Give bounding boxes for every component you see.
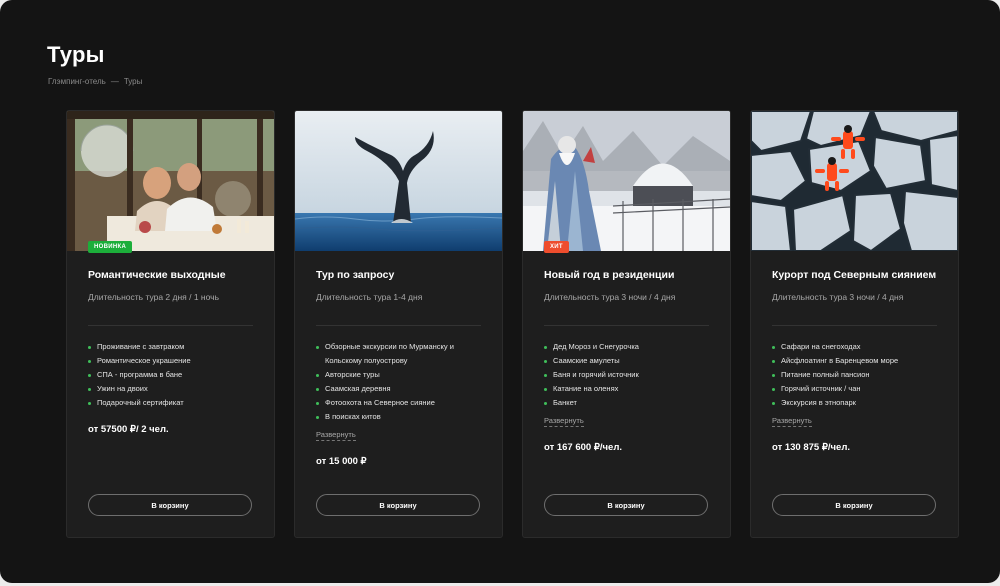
feature-item: Банкет [544, 396, 709, 410]
tour-card-body: Курорт под Северным сиянием Длительность… [772, 268, 937, 453]
feature-item: Обзорные экскурсии по Мурманску и Кольск… [316, 340, 481, 368]
tour-duration: Длительность тура 2 дня / 1 ночь [88, 292, 220, 302]
hit-badge: Хит [544, 241, 569, 253]
tour-card-body: Тур по запросу Длительность тура 1-4 дня… [316, 268, 481, 467]
feature-item: Айсфлоатинг в Баренцевом море [772, 354, 937, 368]
tour-image-new-year-residence[interactable] [523, 111, 730, 251]
tour-card-romantic: Новинка Романтические выходные Длительно… [66, 110, 275, 538]
new-year-residence-photo [523, 111, 730, 251]
add-to-cart-button[interactable]: В корзину [544, 494, 708, 516]
divider [316, 325, 481, 326]
breadcrumb-separator: — [110, 77, 119, 86]
feature-item: Катание на оленях [544, 382, 709, 396]
expand-link[interactable]: Развернуть [544, 416, 584, 427]
tour-cards: Новинка Романтические выходные Длительно… [66, 110, 959, 538]
tour-name: Романтические выходные [88, 269, 226, 281]
tour-price: от 167 600 ₽/чел. [544, 442, 622, 453]
breadcrumb-current: Туры [123, 77, 143, 86]
feature-item: Проживание с завтраком [88, 340, 253, 354]
feature-item: Саамская деревня [316, 382, 481, 396]
romantic-dinner-photo [67, 111, 274, 251]
expand-link[interactable]: Развернуть [316, 430, 356, 441]
tour-price: от 130 875 ₽/чел. [772, 442, 850, 453]
tour-card-northern-lights: Курорт под Северным сиянием Длительность… [750, 110, 959, 538]
divider [772, 325, 937, 326]
tour-name: Тур по запросу [316, 269, 395, 281]
breadcrumb: Глэмпинг-отель — Туры [48, 77, 142, 86]
tour-duration: Длительность тура 3 ночи / 4 дня [544, 292, 676, 302]
feature-item: СПА - программа в бане [88, 368, 253, 382]
feature-item: Экскурсия в этнопарк [772, 396, 937, 410]
page-title: Туры [47, 42, 105, 67]
feature-item: Баня и горячий источник [544, 368, 709, 382]
feature-item: Питание полный пансион [772, 368, 937, 382]
tour-features-list: Обзорные экскурсии по Мурманску и Кольск… [316, 340, 481, 424]
page-frame: Туры Глэмпинг-отель — Туры НОВИНКА Роман… [0, 0, 1000, 583]
feature-item: Сафари на снегоходах [772, 340, 937, 354]
tour-features-list: Проживание с завтраком Романтическое укр… [88, 340, 253, 410]
tour-name: Курорт под Северным сиянием [772, 269, 937, 281]
feature-item: Горячий источник / чан [772, 382, 937, 396]
expand-link[interactable]: Развернуть [772, 416, 812, 427]
tour-price: от 15 000 ₽ [316, 456, 367, 467]
tour-features-list: Сафари на снегоходах Айсфлоатинг в Барен… [772, 340, 937, 410]
tour-card-body: Романтические выходные Длительность тура… [88, 268, 253, 435]
tour-features-list: Дед Мороз и Снегурочка Саамские амулеты … [544, 340, 709, 410]
tour-card-on-request: Тур по запросу Длительность тура 1-4 дня… [294, 110, 503, 538]
feature-item: Подарочный сертификат [88, 396, 253, 410]
tour-name: Новый год в резиденции [544, 269, 675, 281]
divider [544, 325, 709, 326]
feature-item: Романтическое украшение [88, 354, 253, 368]
feature-item: Ужин на двоих [88, 382, 253, 396]
divider [88, 325, 253, 326]
feature-item: В поисках китов [316, 410, 481, 424]
tour-duration: Длительность тура 1-4 дня [316, 292, 423, 302]
tour-card-body: Новый год в резиденции Длительность тура… [544, 268, 709, 453]
feature-item: Авторские туры [316, 368, 481, 382]
tour-image-ice-floating[interactable] [751, 111, 958, 251]
tour-image-romantic-dinner[interactable] [67, 111, 274, 251]
tour-price: от 57500 ₽/ 2 чел. [88, 424, 169, 435]
ice-floating-photo [751, 111, 958, 251]
whale-tail-photo [295, 111, 502, 251]
add-to-cart-button[interactable]: В корзину [316, 494, 480, 516]
breadcrumb-home-link[interactable]: Глэмпинг-отель [48, 77, 106, 86]
add-to-cart-button[interactable]: В корзину [772, 494, 936, 516]
tour-duration: Длительность тура 3 ночи / 4 дня [772, 292, 904, 302]
feature-item: Фотоохота на Северное сияние [316, 396, 481, 410]
tour-card-new-year: Хит Новый год в резиденции Длительность … [522, 110, 731, 538]
new-badge: Новинка [88, 241, 133, 253]
feature-item: Саамские амулеты [544, 354, 709, 368]
tour-image-whale-tail[interactable] [295, 111, 502, 251]
feature-item: Дед Мороз и Снегурочка [544, 340, 709, 354]
add-to-cart-button[interactable]: В корзину [88, 494, 252, 516]
